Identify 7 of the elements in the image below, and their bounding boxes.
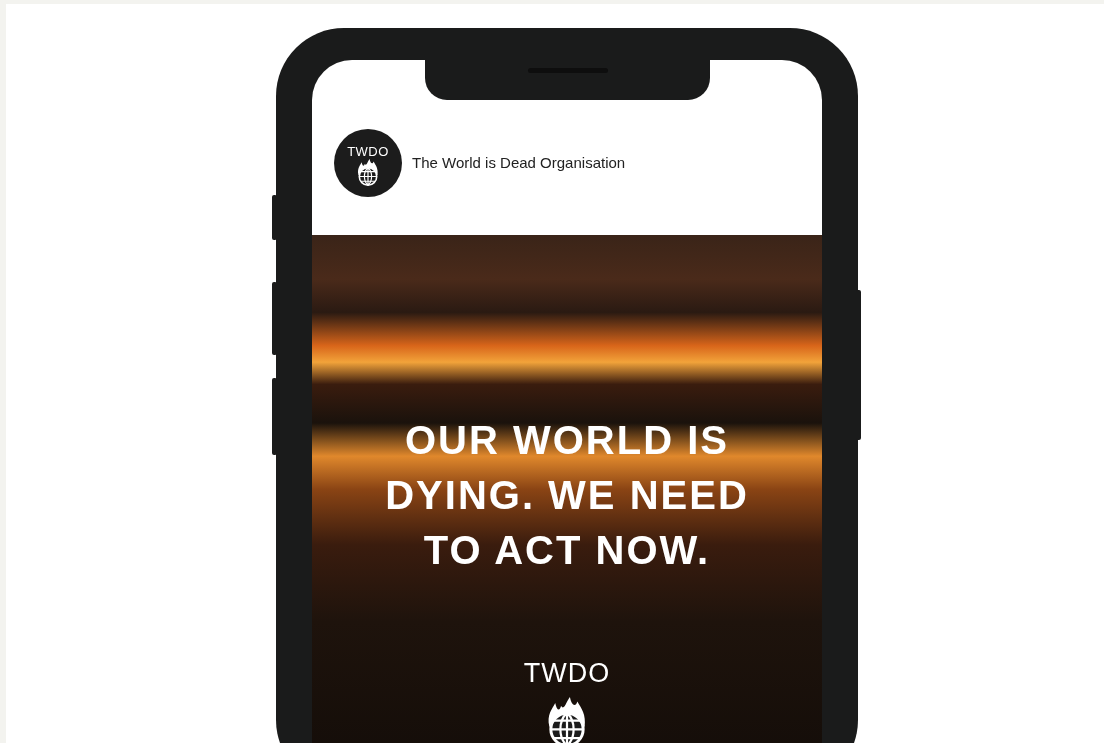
logo-text: TWDO <box>523 658 611 689</box>
account-name[interactable]: The World is Dead Organisation <box>412 154 626 171</box>
account-avatar[interactable]: TWDO <box>334 129 402 197</box>
avatar-label: TWDO <box>347 144 389 159</box>
globe-flame-icon <box>548 697 585 743</box>
globe-flame-icon <box>358 159 378 186</box>
post-headline: OUR WORLD IS DYING. WE NEED TO ACT NOW. <box>384 417 750 574</box>
